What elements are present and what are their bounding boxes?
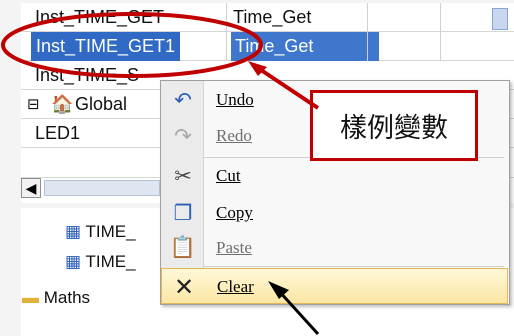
menu-item-cut[interactable]: ✂ Cut xyxy=(161,158,508,194)
tree-folder[interactable]: ▬ Maths xyxy=(22,284,90,312)
column-divider xyxy=(367,3,368,61)
home-icon: 🏠 xyxy=(51,94,74,114)
variable-type: Time_Get xyxy=(233,7,312,27)
cut-icon: ✂ xyxy=(174,164,192,188)
scrollbar-thumb[interactable] xyxy=(492,8,508,30)
horizontal-scrollbar[interactable] xyxy=(44,180,160,196)
variable-name-selected: Inst_TIME_GET1 xyxy=(31,32,181,61)
variable-type-selected: Time_Get xyxy=(231,32,379,61)
undo-icon: ↶ xyxy=(174,88,192,112)
column-divider xyxy=(226,3,227,61)
menu-item-clear[interactable]: ✕ Clear xyxy=(161,268,508,304)
menu-item-copy[interactable]: ❐ Copy xyxy=(161,195,508,231)
tree-item[interactable]: ▦ TIME_ xyxy=(65,218,136,246)
folder-icon: ▬ xyxy=(22,288,39,307)
menu-separator xyxy=(204,266,504,267)
tree-item[interactable]: ▦ TIME_ xyxy=(65,248,136,276)
variable-name: Inst_TIME_GET xyxy=(35,7,165,27)
group-label: Global xyxy=(75,94,128,114)
function-block-icon: ▦ xyxy=(65,222,82,241)
function-block-icon: ▦ xyxy=(65,252,82,271)
menu-item-paste[interactable]: 📋 Paste xyxy=(161,230,508,266)
clear-icon: ✕ xyxy=(173,273,195,301)
paste-icon: 📋 xyxy=(169,236,197,259)
redo-icon: ↷ xyxy=(174,124,192,148)
annotation-callout: 樣例變數 xyxy=(310,90,478,161)
collapse-icon[interactable]: ⊟ xyxy=(27,90,40,119)
column-divider xyxy=(440,3,441,61)
scroll-left-button[interactable]: ◀ xyxy=(21,178,41,198)
variable-name: Inst_TIME_S xyxy=(35,65,140,85)
variable-name: LED1 xyxy=(35,123,81,143)
copy-icon: ❐ xyxy=(173,201,193,225)
